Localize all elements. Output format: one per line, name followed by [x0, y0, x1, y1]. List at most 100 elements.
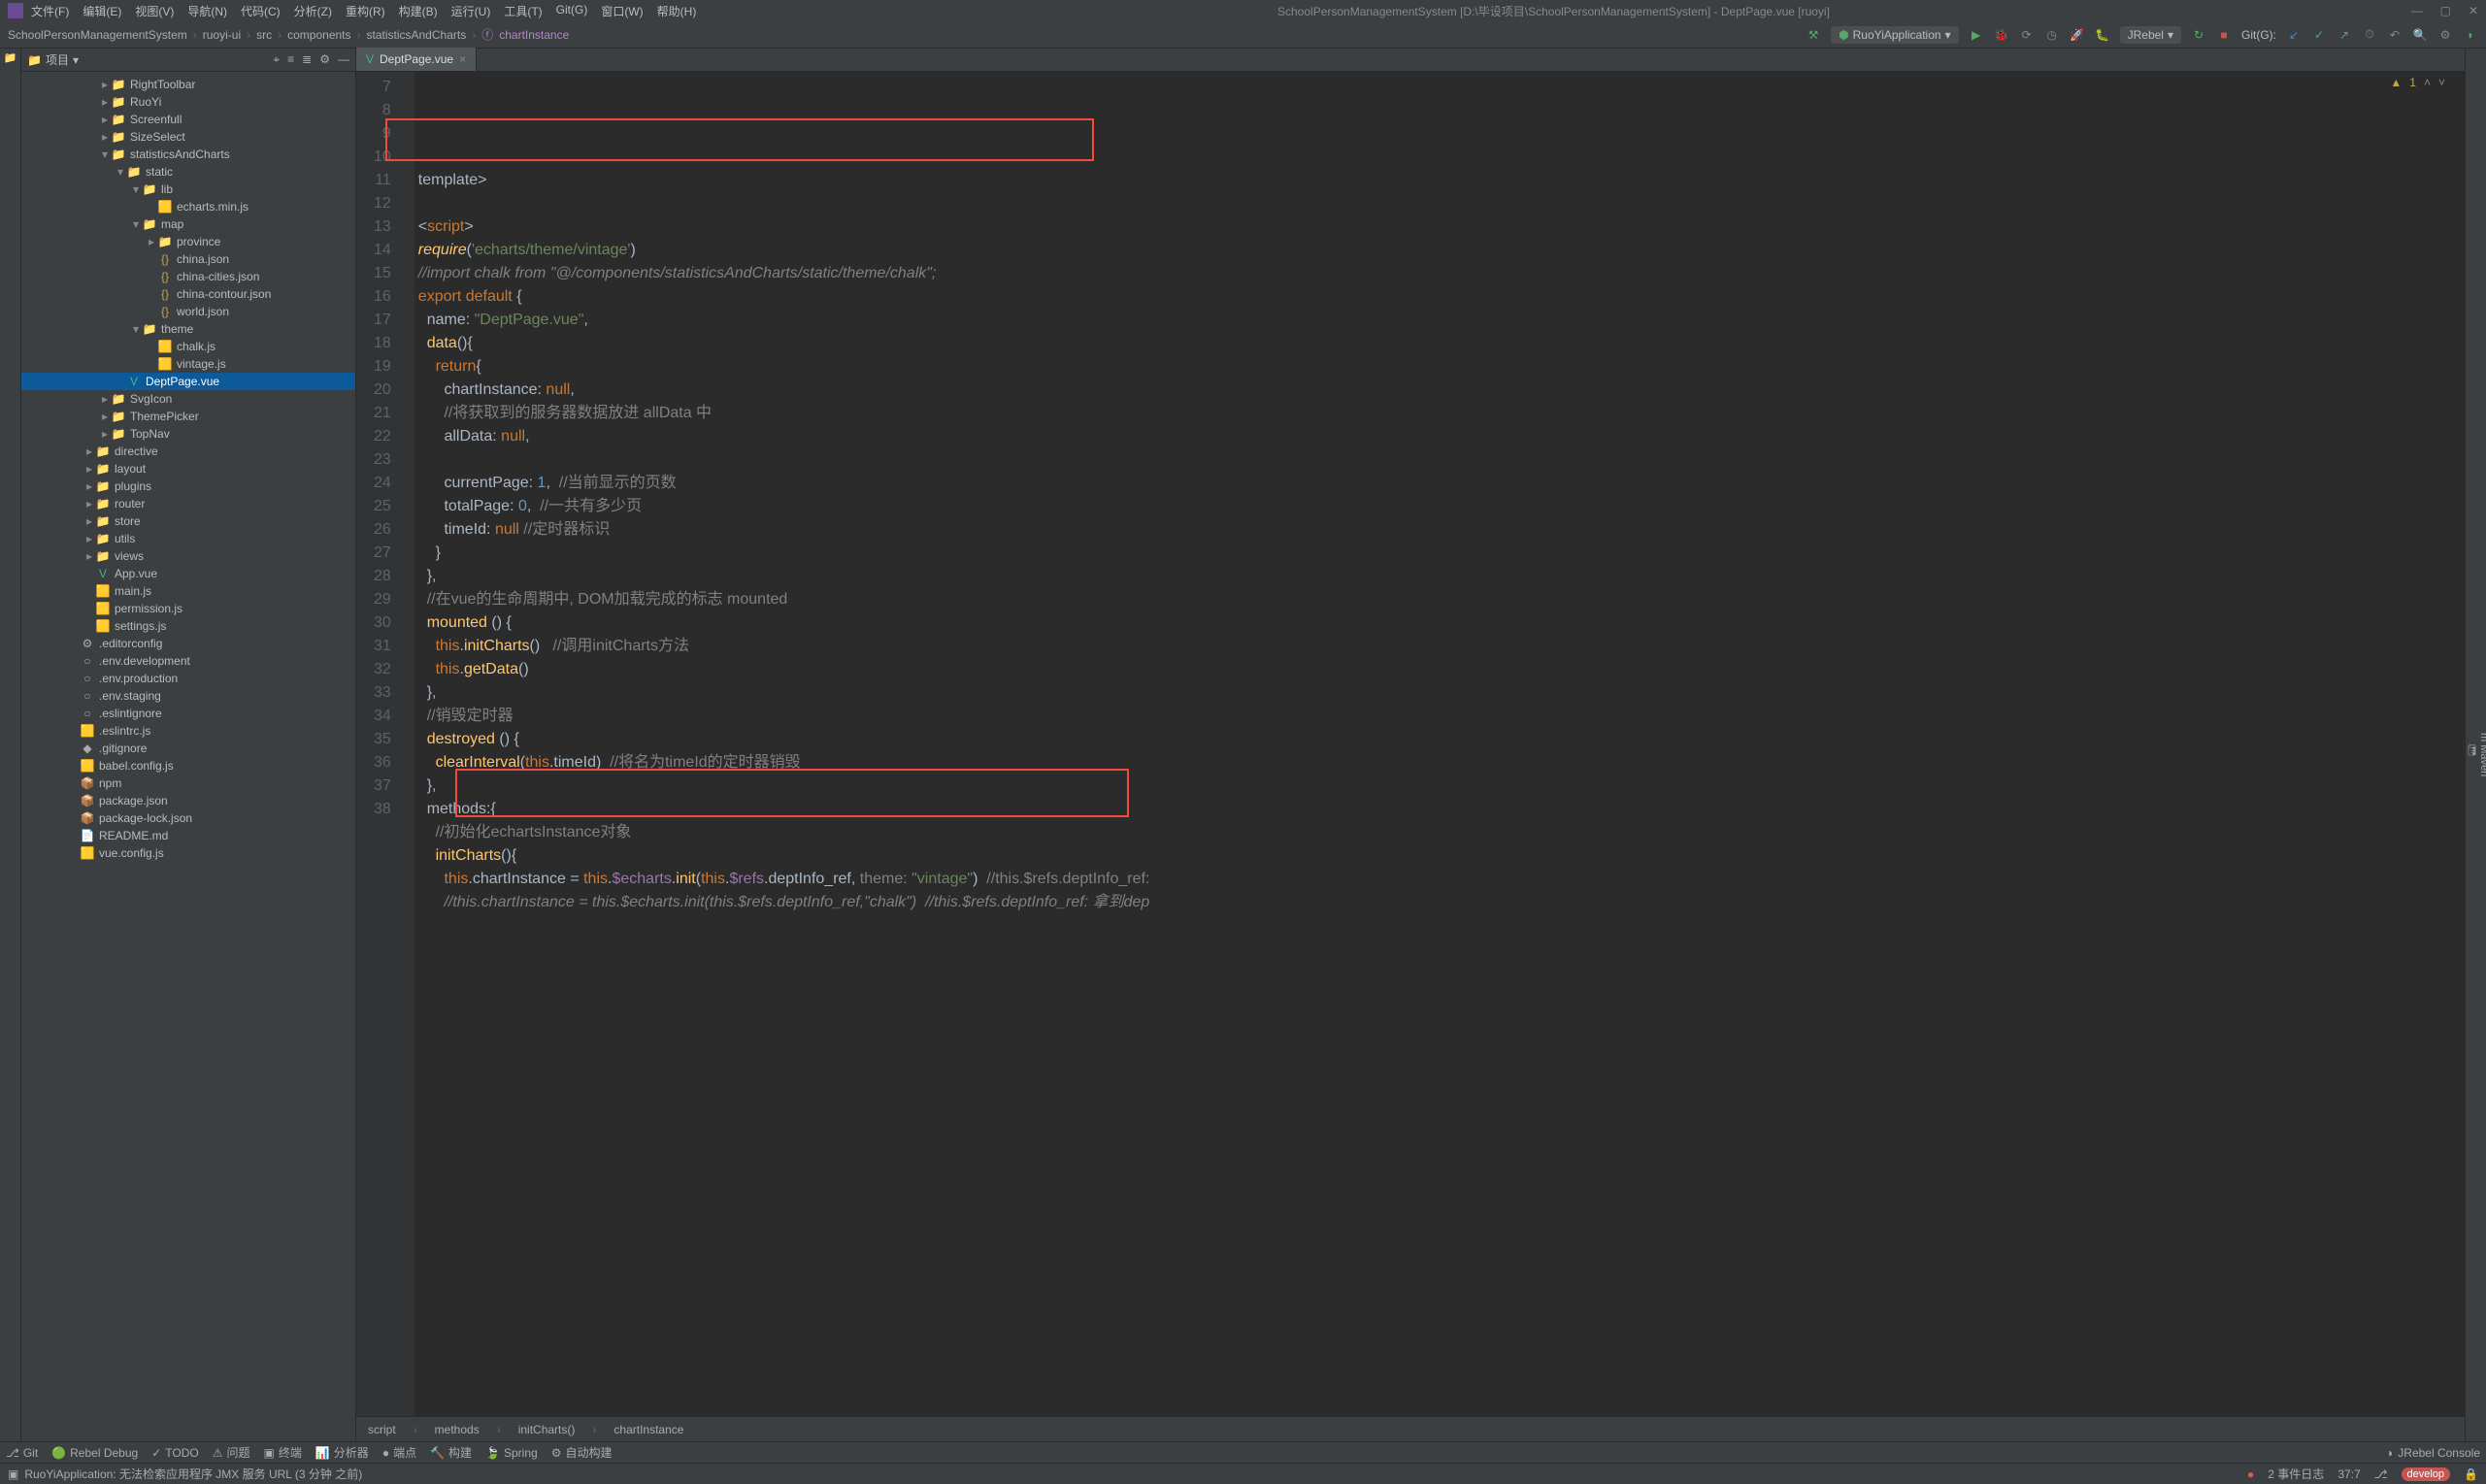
- code-line[interactable]: timeId: null //定时器标识: [414, 518, 2465, 542]
- bottom-tool-bar[interactable]: ⎇Git🟢Rebel Debug✓TODO⚠问题▣终端📊分析器●端点🔨构建🍃Sp…: [0, 1441, 2486, 1463]
- tree-node[interactable]: ○.env.development: [21, 652, 355, 670]
- tree-arrow-icon[interactable]: ▸: [83, 445, 95, 458]
- tree-node[interactable]: 📄README.md: [21, 827, 355, 844]
- code-line[interactable]: template>: [414, 169, 2465, 192]
- menu-item[interactable]: Git(G): [556, 3, 588, 19]
- bottom-tool-item[interactable]: 🟢Rebel Debug: [51, 1446, 138, 1460]
- editor-body[interactable]: 7891011121314151617181920212223242526272…: [356, 72, 2465, 1416]
- stop-icon[interactable]: ■: [2216, 27, 2232, 43]
- code-line[interactable]: currentPage: 1, //当前显示的页数: [414, 472, 2465, 495]
- git-push-icon[interactable]: ↗: [2337, 27, 2352, 43]
- tree-arrow-icon[interactable]: ▸: [99, 427, 111, 441]
- code-line[interactable]: this.getData(): [414, 658, 2465, 681]
- tree-node[interactable]: {}world.json: [21, 303, 355, 320]
- code-line[interactable]: totalPage: 0, //一共有多少页: [414, 495, 2465, 518]
- expand-icon[interactable]: ≡: [287, 52, 294, 67]
- menu-item[interactable]: 运行(U): [451, 3, 491, 19]
- tree-node[interactable]: 📦package.json: [21, 792, 355, 809]
- tree-arrow-icon[interactable]: ▸: [83, 479, 95, 493]
- lock-icon[interactable]: 🔒: [2464, 1468, 2478, 1481]
- collapse-icon[interactable]: ≣: [302, 52, 312, 67]
- tree-arrow-icon[interactable]: ▸: [99, 130, 111, 144]
- tree-arrow-icon[interactable]: ▾: [130, 322, 142, 336]
- tree-node[interactable]: ▸📁SvgIcon: [21, 390, 355, 408]
- bottom-tool-item[interactable]: ⚙自动构建: [551, 1444, 613, 1461]
- code-line[interactable]: destroyed () {: [414, 728, 2465, 751]
- menu-item[interactable]: 重构(R): [346, 3, 385, 19]
- menu-item[interactable]: 视图(V): [135, 3, 174, 19]
- inspect-up-icon[interactable]: ˄: [2424, 76, 2431, 89]
- code-line[interactable]: data(){: [414, 332, 2465, 355]
- editor-breadcrumb-item[interactable]: initCharts(): [518, 1423, 576, 1436]
- tree-node[interactable]: ▸📁RightToolbar: [21, 76, 355, 93]
- tree-arrow-icon[interactable]: ▸: [99, 392, 111, 406]
- menu-item[interactable]: 窗口(W): [601, 3, 643, 19]
- locate-icon[interactable]: ⌖: [273, 52, 280, 67]
- tree-arrow-icon[interactable]: ▾: [99, 148, 111, 161]
- tree-arrow-icon[interactable]: ▾: [130, 217, 142, 231]
- code-line[interactable]: //this.chartInstance = this.$echarts.ini…: [414, 891, 2465, 914]
- main-menu[interactable]: 文件(F)编辑(E)视图(V)导航(N)代码(C)分析(Z)重构(R)构建(B)…: [31, 3, 696, 19]
- git-update-icon[interactable]: ↙: [2286, 27, 2302, 43]
- fold-column[interactable]: [401, 72, 414, 1416]
- tree-node[interactable]: VDeptPage.vue: [21, 373, 355, 390]
- bottom-tool-item[interactable]: 🔨构建: [430, 1444, 472, 1461]
- tree-node[interactable]: ▾📁static: [21, 163, 355, 181]
- jrebel-icon[interactable]: ◗: [2463, 27, 2478, 43]
- search-icon[interactable]: 🔍: [2412, 27, 2428, 43]
- coverage-icon[interactable]: ⟳: [2019, 27, 2035, 43]
- tree-node[interactable]: {}china.json: [21, 250, 355, 268]
- hide-icon[interactable]: —: [338, 52, 349, 67]
- rerun-icon[interactable]: ↻: [2191, 27, 2206, 43]
- run-configuration-select[interactable]: ⬢ RuoYiApplication ▾: [1831, 26, 1958, 44]
- tree-arrow-icon[interactable]: ▾: [130, 182, 142, 196]
- code-line[interactable]: //将获取到的服务器数据放进 allData 中: [414, 402, 2465, 425]
- bottom-tool-item[interactable]: 📊分析器: [315, 1444, 369, 1461]
- status-icon[interactable]: ▣: [8, 1468, 18, 1481]
- editor-breadcrumb-item[interactable]: script: [368, 1423, 396, 1436]
- menu-item[interactable]: 代码(C): [241, 3, 281, 19]
- code-line[interactable]: //初始化echartsInstance对象: [414, 821, 2465, 844]
- git-history-icon[interactable]: ⏱: [2362, 27, 2377, 43]
- code-line[interactable]: },: [414, 681, 2465, 705]
- code-line[interactable]: mounted () {: [414, 611, 2465, 635]
- tree-node[interactable]: {}china-cities.json: [21, 268, 355, 285]
- menu-item[interactable]: 文件(F): [31, 3, 69, 19]
- left-tool-rail[interactable]: 📁: [0, 49, 21, 1441]
- tree-node[interactable]: 🟨vintage.js: [21, 355, 355, 373]
- tree-arrow-icon[interactable]: ▸: [99, 113, 111, 126]
- tree-node[interactable]: {}china-contour.json: [21, 285, 355, 303]
- tree-node[interactable]: ◆.gitignore: [21, 740, 355, 757]
- bottom-tool-item[interactable]: ⚠问题: [213, 1444, 250, 1461]
- menu-item[interactable]: 编辑(E): [83, 3, 121, 19]
- close-icon[interactable]: ✕: [2469, 4, 2478, 17]
- code-line[interactable]: this.initCharts() //调用initCharts方法: [414, 635, 2465, 658]
- tree-node[interactable]: ▾📁lib: [21, 181, 355, 198]
- tree-node[interactable]: ▸📁store: [21, 512, 355, 530]
- tree-node[interactable]: VApp.vue: [21, 565, 355, 582]
- tree-node[interactable]: ⚙.editorconfig: [21, 635, 355, 652]
- minimize-icon[interactable]: —: [2411, 4, 2423, 17]
- window-controls[interactable]: — ▢ ✕: [2411, 4, 2478, 17]
- git-rollback-icon[interactable]: ↶: [2387, 27, 2403, 43]
- editor-breadcrumb-item[interactable]: methods: [435, 1423, 480, 1436]
- menu-item[interactable]: 构建(B): [399, 3, 438, 19]
- tree-node[interactable]: ▾📁theme: [21, 320, 355, 338]
- code-line[interactable]: chartInstance: null,: [414, 379, 2465, 402]
- breadcrumb-item[interactable]: SchoolPersonManagementSystem: [8, 28, 187, 42]
- tree-node[interactable]: ○.eslintignore: [21, 705, 355, 722]
- project-tree[interactable]: ▸📁RightToolbar▸📁RuoYi▸📁Screenfull▸📁SizeS…: [21, 72, 355, 1441]
- tree-node[interactable]: ▸📁TopNav: [21, 425, 355, 443]
- event-indicator-icon[interactable]: ●: [2247, 1468, 2254, 1481]
- inspection-status[interactable]: ▲ 1 ˄ ˅: [2390, 76, 2445, 89]
- menu-item[interactable]: 工具(T): [504, 3, 542, 19]
- bottom-tool-item[interactable]: ▣终端: [263, 1444, 301, 1461]
- database-tool-icon[interactable]: 🛢: [2466, 742, 2478, 756]
- code-line[interactable]: name: "DeptPage.vue",: [414, 309, 2465, 332]
- code-line[interactable]: clearInterval(this.timeId) //将名为timeId的定…: [414, 751, 2465, 775]
- tree-node[interactable]: ○.env.staging: [21, 687, 355, 705]
- tree-arrow-icon[interactable]: ▸: [99, 78, 111, 91]
- tree-node[interactable]: ▾📁statisticsAndCharts: [21, 146, 355, 163]
- tree-node[interactable]: ▸📁SizeSelect: [21, 128, 355, 146]
- tree-node[interactable]: 📦package-lock.json: [21, 809, 355, 827]
